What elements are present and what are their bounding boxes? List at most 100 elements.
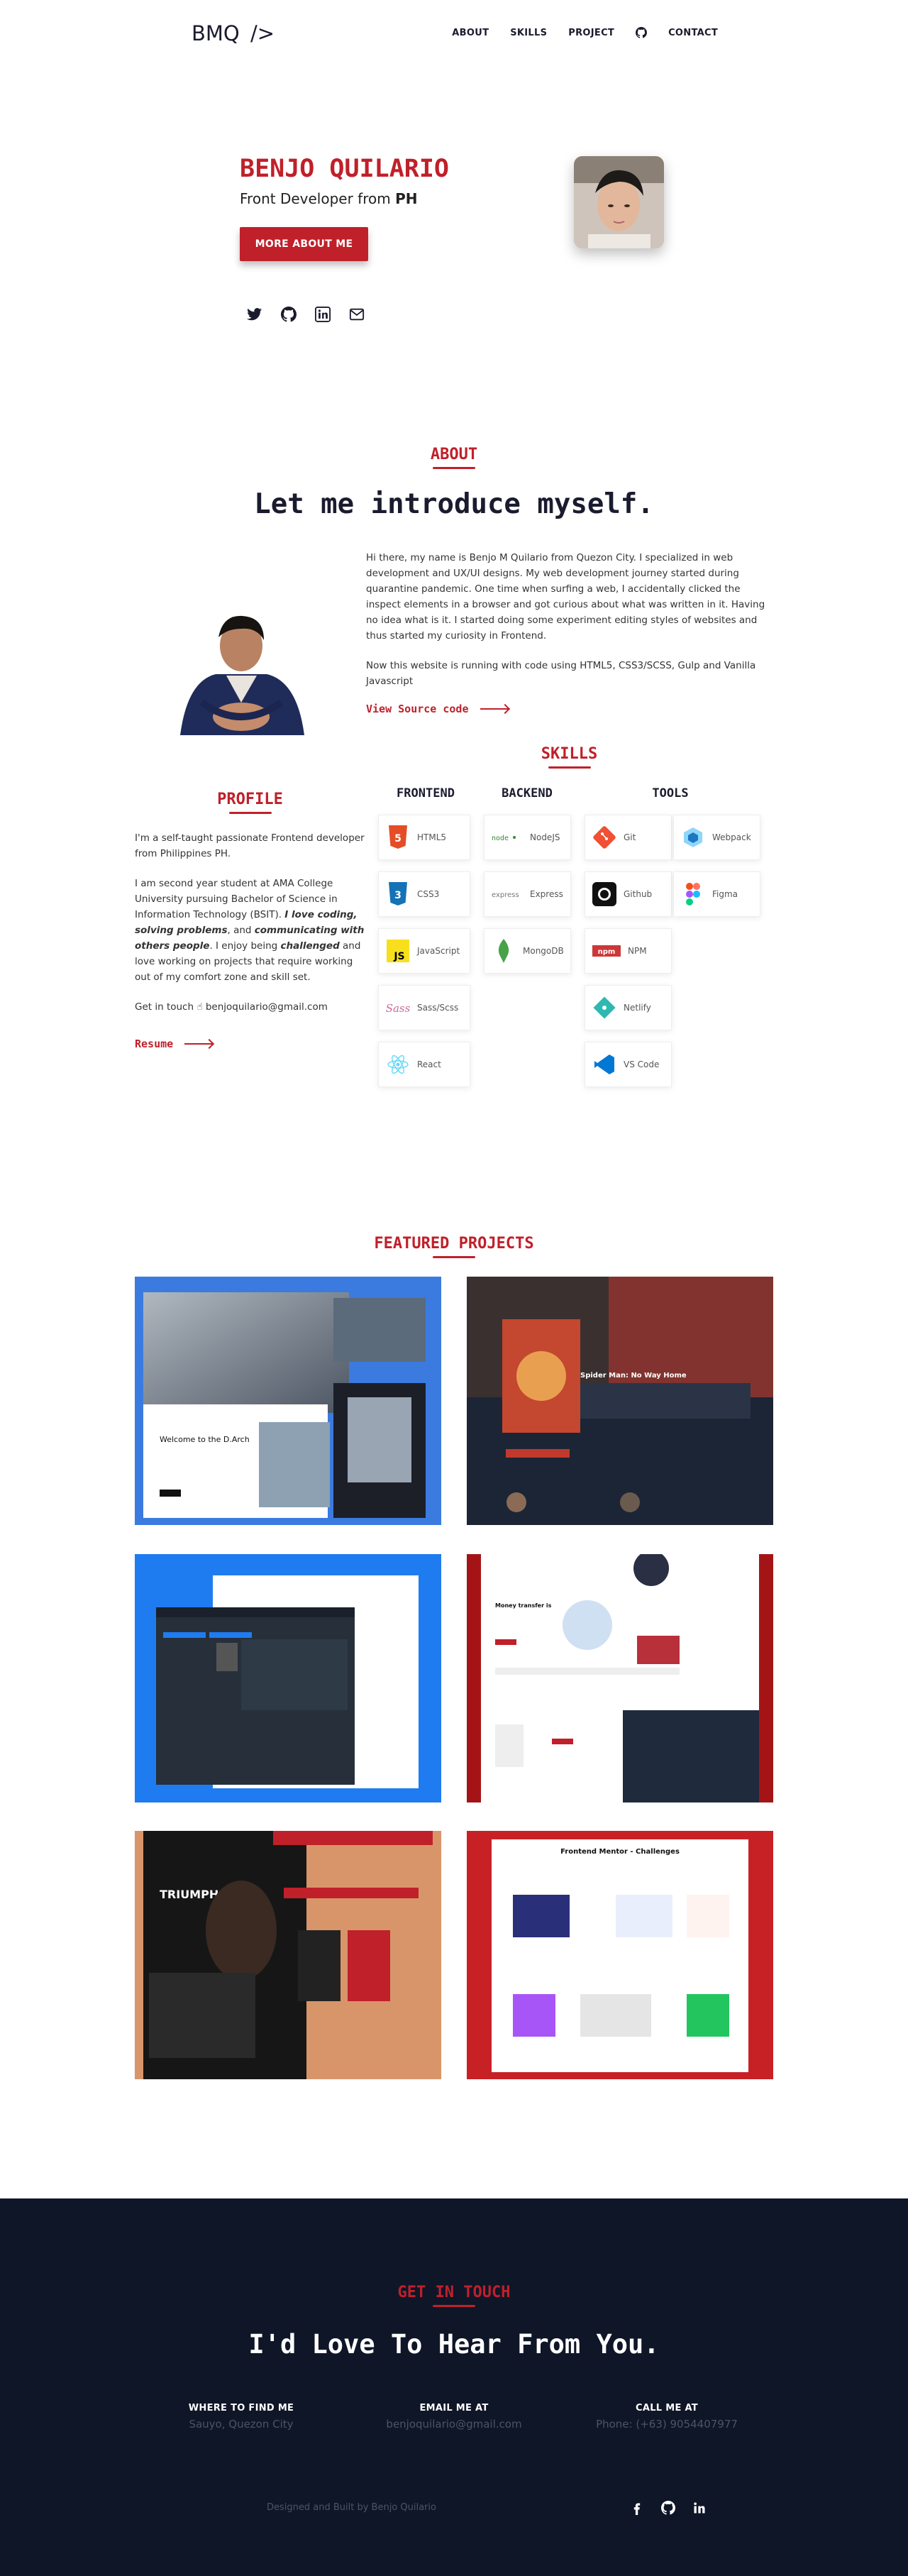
touch-email[interactable]: benjoquilario@gmail.com [206,1001,328,1013]
skill-webpack: Webpack [673,815,760,860]
about-text: Hi there, my name is Benjo M Quilario fr… [366,550,774,703]
skill-vscode: VS Code [585,1042,672,1087]
nav-skills[interactable]: SKILLS [510,28,547,38]
about-paragraph-2: Now this website is running with code us… [366,660,756,687]
project-card-6[interactable]: Frontend Mentor - Challenges [467,1831,773,2079]
skill-git: Git [585,815,672,860]
tools-head: TOOLS [652,786,689,800]
skill-label: MongoDB [523,946,564,956]
arrow-right-icon [480,708,509,710]
profile-label: PROFILE [177,791,323,814]
hand-icon: ☝ [196,1001,203,1013]
contact-label-text: GET IN TOUCH [397,2284,511,2301]
project-card-4[interactable]: Money transfer is [467,1554,773,1802]
project-2-title: Spider Man: No Way Home [580,1372,687,1380]
twitter-icon[interactable] [247,307,262,322]
npm-icon: npm [592,939,621,963]
profile-label-underline [228,812,272,814]
git-icon [592,825,616,849]
express-icon: express [492,882,523,906]
facebook-icon[interactable] [630,2501,644,2515]
navbar: BMQ /> ABOUT SKILLS PROJECT CONTACT [0,0,908,71]
view-source-link[interactable]: View Source code [366,703,509,715]
skill-label: Netlify [624,1003,651,1013]
profile-text: I'm a self-taught passionate Frontend de… [135,830,370,1029]
figma-icon [681,882,705,906]
phone-value[interactable]: Phone: (+63) 9054407977 [575,2418,759,2431]
contact-title: I'd Love To Hear From You. [248,2329,660,2360]
linkedin-icon[interactable] [315,307,331,322]
projects-label: FEATURED PROJECTS [340,1235,568,1258]
contact-email: EMAIL ME AT benjoquilario@gmail.com [362,2403,546,2431]
email-value[interactable]: benjoquilario@gmail.com [362,2418,546,2431]
nodejs-icon: node [492,825,523,849]
logo-text: BMQ [192,21,240,45]
skill-label: Github [624,889,653,899]
github-icon[interactable] [636,27,648,38]
profile-touch: Get in touch ☝ benjoquilario@gmail.com [135,999,370,1015]
skill-sass: Sass Sass/Scss [378,985,470,1030]
about-label-text: ABOUT [430,446,478,463]
mongodb-icon [492,939,516,963]
nav-contact[interactable]: CONTACT [668,28,718,38]
github-icon[interactable] [661,2501,675,2515]
skill-label: Figma [712,889,738,899]
netlify-icon [592,996,616,1020]
footer-socials [630,2501,707,2515]
hero-socials [247,307,365,322]
profile-paragraph-1: I'm a self-taught passionate Frontend de… [135,832,365,859]
contact-phone: CALL ME AT Phone: (+63) 9054407977 [575,2403,759,2431]
linkedin-icon[interactable] [692,2501,707,2515]
skills-label-underline [548,766,591,769]
svg-text:Sass: Sass [386,1002,410,1015]
resume-label: Resume [135,1037,174,1050]
sass-icon: Sass [386,996,410,1020]
skill-label: Webpack [712,832,751,842]
svg-text:Welcome to the D.Arch: Welcome to the D.Arch [160,1435,250,1444]
skill-label: HTML5 [417,832,447,842]
view-source-label: View Source code [366,703,469,715]
arrow-right-icon [184,1043,214,1045]
location-value: Sauyo, Quezon City [189,2418,294,2431]
resume-link[interactable]: Resume [135,1037,214,1050]
frontend-head: FRONTEND [397,786,455,800]
project-card-5[interactable]: TRIUMPH GYM [135,1831,441,2079]
mail-icon[interactable] [349,307,365,322]
skill-npm: npm NPM [585,928,672,974]
profile-label-text: PROFILE [217,791,283,808]
skill-label: CSS3 [417,889,440,899]
about-paragraph-1: Hi there, my name is Benjo M Quilario fr… [366,552,765,642]
react-icon [386,1052,410,1077]
location-heading: WHERE TO FIND ME [188,2403,294,2413]
javascript-icon: JS [386,939,410,963]
hero-subtitle-bold: PH [395,190,418,207]
more-about-me-button[interactable]: MORE ABOUT ME [240,227,368,261]
skill-netlify: Netlify [585,985,672,1030]
svg-text:JS: JS [393,951,404,962]
skill-label: Express [530,889,563,899]
skill-label: JavaScript [417,946,460,956]
nav-project[interactable]: PROJECT [568,28,614,38]
nav-links: ABOUT SKILLS PROJECT CONTACT [431,27,718,38]
hero-avatar [574,156,664,248]
skill-nodejs: node NodeJS [484,815,571,860]
nav-about[interactable]: ABOUT [452,28,489,38]
hero-subtitle-prefix: Front Developer from [240,190,396,207]
phone-heading: CALL ME AT [636,2403,698,2413]
svg-text:node: node [492,835,509,842]
github-icon[interactable] [281,307,297,322]
contact-location: WHERE TO FIND ME Sauyo, Quezon City [149,2403,333,2431]
project-card-3[interactable] [135,1554,441,1802]
project-6-title: Frontend Mentor - Challenges [560,1848,680,1856]
skill-github: Github [585,871,672,917]
svg-text:3: 3 [394,890,402,901]
about-label: ABOUT [397,446,511,469]
skill-label: React [417,1059,441,1069]
logo[interactable]: BMQ /> [192,21,275,45]
projects-label-underline [433,1256,475,1258]
contact-label-underline [433,2305,475,2307]
project-card-1[interactable]: Welcome to the D.Arch [135,1277,441,1525]
project-card-2[interactable]: Spider Man: No Way Home [467,1277,773,1525]
projects-label-text: FEATURED PROJECTS [374,1235,534,1253]
css3-icon: 3 [386,882,410,906]
